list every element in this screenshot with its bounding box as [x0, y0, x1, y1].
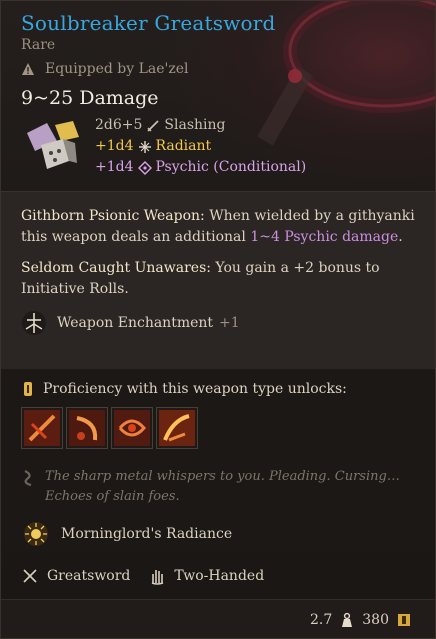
weight-icon	[342, 612, 353, 627]
flavor-text: The sharp metal whispers to you. Pleadin…	[21, 467, 417, 507]
two-handed-icon	[152, 570, 164, 585]
damage-breakdown: 2d6+5 Slashing +1d4 Radiant +1d4 Psychic…	[21, 115, 417, 178]
prepare-action-icon[interactable]	[156, 407, 198, 449]
radiant-icon	[138, 140, 151, 153]
weapon-enchantment[interactable]: Weapon Enchantment +1	[21, 310, 419, 336]
item-value: 380	[362, 612, 389, 628]
warning-icon	[22, 63, 34, 75]
dice-icon	[27, 121, 79, 169]
radiant-dice: +1d4	[95, 138, 134, 154]
psychic-damage-highlight: 1~4 Psychic damage	[250, 229, 399, 245]
equipped-status: Equipped by Lae'zel	[21, 61, 417, 77]
rush-attack-icon[interactable]	[111, 407, 153, 449]
item-rarity: Rare	[21, 37, 56, 53]
tooltip-footer: 2.7 380	[1, 599, 435, 638]
item-weight: 2.7	[310, 612, 333, 628]
weapon-type: Greatsword	[47, 568, 131, 584]
enchantment-icon	[22, 311, 46, 335]
description-section: Githborn Psionic Weapon: When wielded by…	[1, 191, 435, 369]
slashing-type: Slashing	[164, 117, 226, 133]
greatsword-icon	[23, 569, 37, 583]
equipped-label: Equipped by Lae'zel	[45, 61, 189, 77]
psionic-weapon-text: Githborn Psionic Weapon: When wielded by…	[21, 208, 415, 245]
proficiency-icon	[24, 382, 32, 396]
proficiency-actions	[1, 397, 435, 449]
unawares-title: Seldom Caught Unawares:	[21, 260, 211, 276]
psychic-dice: +1d4	[95, 159, 134, 175]
damage-line-slashing: 2d6+5 Slashing	[95, 115, 306, 136]
weapon-properties: Greatsword Two-Handed	[21, 567, 264, 585]
psychic-type: Psychic (Conditional)	[155, 159, 307, 175]
slashing-icon	[147, 119, 160, 132]
proficiency-header: Proficiency with this weapon type unlock…	[1, 371, 435, 397]
quote-icon	[24, 470, 32, 487]
radiant-type: Radiant	[155, 138, 212, 154]
psychic-icon	[137, 160, 152, 175]
unawares-text: Seldom Caught Unawares: You gain a +2 bo…	[21, 260, 380, 297]
psionic-weapon-title: Githborn Psionic Weapon:	[21, 208, 205, 224]
passive-ability[interactable]: Morninglord's Radiance	[23, 521, 232, 547]
tooltip-header: Soulbreaker Greatsword Rare Equipped by …	[1, 1, 435, 191]
morninglord-radiance-icon	[24, 522, 48, 546]
cleave-action-icon[interactable]	[21, 407, 63, 449]
enchantment-value: +1	[219, 314, 240, 331]
damage-line-psychic: +1d4 Psychic (Conditional)	[95, 157, 306, 178]
damage-line-radiant: +1d4 Radiant	[95, 136, 306, 157]
slashing-dice: 2d6+5	[95, 117, 143, 133]
enchantment-label: Weapon Enchantment	[57, 314, 214, 331]
item-tooltip: Soulbreaker Greatsword Rare Equipped by …	[0, 0, 436, 639]
proficiency-section: Proficiency with this weapon type unlock…	[1, 371, 435, 449]
gold-icon	[398, 614, 410, 626]
item-name: Soulbreaker Greatsword	[21, 11, 276, 35]
passive-label: Morninglord's Radiance	[61, 526, 233, 542]
weapon-handedness: Two-Handed	[174, 568, 265, 584]
lacerate-action-icon[interactable]	[66, 407, 108, 449]
damage-range: 9~25 Damage	[21, 87, 159, 109]
